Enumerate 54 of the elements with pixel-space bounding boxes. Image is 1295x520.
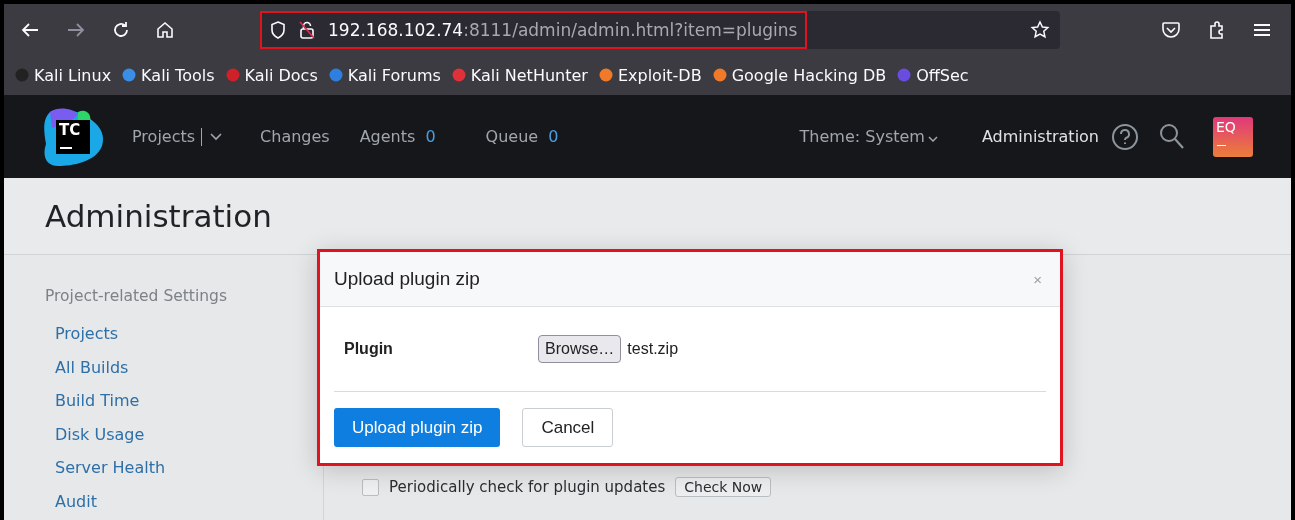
address-bar[interactable]: 192.168.102.74:8111/admin/admin.html?item=plugins: [260, 10, 1060, 49]
url-text: 192.168.102.74:8111/admin/admin.html?item=plugins: [328, 19, 798, 40]
bookmark-label: Kali Forums: [347, 65, 441, 85]
nav-count: 0: [548, 127, 559, 146]
nav-link[interactable]: Agents: [359, 127, 416, 146]
sidebar-link[interactable]: Audit: [55, 484, 97, 519]
reload-icon[interactable]: [112, 20, 130, 39]
shield-icon: [270, 20, 286, 39]
sidebar-link[interactable]: Build Time: [55, 384, 140, 418]
checkbox[interactable]: [362, 478, 379, 496]
administration-link[interactable]: Administration: [981, 127, 1099, 146]
checkbox-label: Periodically check for plugin updates: [389, 478, 666, 496]
forward-icon[interactable]: [66, 21, 86, 38]
bookmark-label: Kali Docs: [244, 65, 318, 85]
caret-icon[interactable]: [927, 135, 938, 142]
nav-link[interactable]: Projects: [132, 127, 196, 146]
menu-icon[interactable]: [1253, 21, 1271, 38]
dialog-title: Upload plugin zip: [334, 268, 480, 290]
sidebar-link[interactable]: Server Health: [55, 451, 166, 485]
nav-count: 0: [425, 127, 436, 146]
bookmark-label: Kali Tools: [141, 65, 215, 85]
caret-icon[interactable]: [210, 132, 223, 141]
home-icon[interactable]: [156, 20, 174, 39]
nav-link[interactable]: Queue: [485, 127, 539, 146]
bookmark-label: Exploit-DB: [617, 65, 702, 85]
search-icon[interactable]: [1159, 122, 1185, 151]
back-icon[interactable]: [20, 21, 40, 38]
page-title: Administration: [45, 198, 272, 234]
sidebar-link[interactable]: Disk Usage: [55, 417, 145, 452]
bookmark-label: OffSec: [916, 65, 969, 85]
user-avatar[interactable]: EQ: [1213, 116, 1253, 157]
bookmark-link[interactable]: OffSec: [896, 65, 969, 85]
bookmark-label: Kali Linux: [34, 65, 112, 85]
bookmark-star-icon[interactable]: [1030, 19, 1050, 40]
sidebar-heading: Project-related Settings: [45, 287, 227, 305]
upload-button[interactable]: Upload plugin zip: [334, 408, 501, 447]
field-label: Plugin: [344, 340, 394, 358]
bookmark-link[interactable]: Exploit-DB: [597, 65, 702, 85]
file-name: test.zip: [627, 340, 679, 358]
sidebar-link[interactable]: All Builds: [55, 350, 129, 385]
bookmark-link[interactable]: Kali Linux: [14, 65, 112, 85]
bookmark-link[interactable]: Kali Docs: [224, 65, 318, 85]
theme-dropdown[interactable]: Theme: System: [799, 127, 925, 146]
browse-button[interactable]: Browse…: [538, 335, 622, 363]
help-icon[interactable]: [1111, 122, 1139, 151]
logo-text: TC: [59, 120, 81, 139]
pocket-icon[interactable]: [1161, 20, 1181, 39]
bookmark-link[interactable]: Kali Tools: [121, 65, 215, 85]
bookmark-link[interactable]: Kali Forums: [327, 65, 441, 85]
sidebar-link[interactable]: Projects: [55, 317, 119, 351]
insecure-lock-icon[interactable]: [298, 19, 316, 40]
nav-link[interactable]: Changes: [260, 127, 330, 146]
check-now-button[interactable]: Check Now: [675, 477, 772, 497]
cancel-button[interactable]: Cancel: [522, 408, 614, 447]
